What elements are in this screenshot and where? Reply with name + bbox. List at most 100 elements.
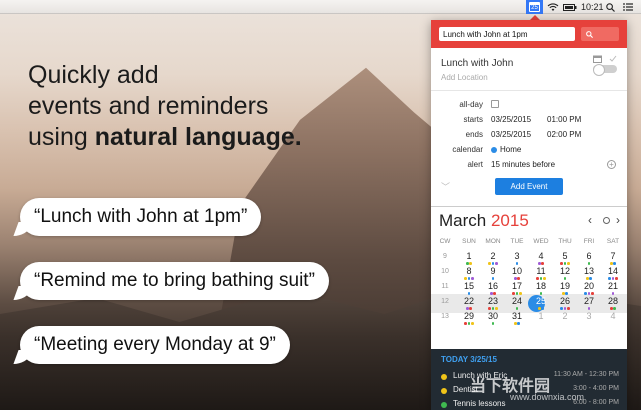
watermark-url: www.downxia.com [510,392,585,402]
speech-bubble-lunch: “Lunch with John at 1pm” [20,198,262,236]
event-dots [481,307,505,310]
checkmark-icon[interactable] [609,55,617,65]
event-dots [481,277,505,280]
search-icon [586,30,593,38]
starts-time[interactable]: 01:00 PM [547,115,581,124]
event-dots [553,292,577,295]
calendar-day[interactable]: 3 [577,311,601,328]
event-dots [505,322,529,325]
allday-checkbox[interactable] [491,100,499,108]
headline-line-3-prefix: using [28,123,95,151]
event-dots [601,262,625,265]
search-button[interactable] [581,27,619,41]
weekday-label: WED [533,238,549,245]
quick-entry-bar [431,20,627,48]
event-dots [529,307,553,310]
speech-bubble-meeting: “Meeting every Monday at 9” [20,326,290,364]
add-event-button[interactable]: Add Event [495,178,563,195]
agenda-item-dot [441,374,447,380]
event-dots [457,277,481,280]
calendar-day[interactable]: 1 [529,311,553,328]
calendar-day[interactable]: 30 [481,311,505,328]
headline: Quickly add events and reminders using n… [28,60,302,153]
event-reminder-toggle[interactable] [593,64,617,76]
event-dots [529,292,553,295]
week-number: 13 [441,313,449,320]
next-month-chevron-icon[interactable]: › [616,213,620,227]
chevron-down-icon[interactable]: ﹀ [441,180,450,193]
weekday-label: CW [439,238,451,245]
month-year: 2015 [490,211,529,230]
event-dots [505,292,529,295]
ends-date[interactable]: 03/25/2015 [491,130,531,139]
event-dots [553,307,577,310]
calendar-day-number: 25 [529,2,540,12]
calendar-menubar-icon[interactable]: 25 [529,1,540,13]
event-dots [505,277,529,280]
fantastical-popover: Lunch with John Add Location all-day sta… [431,20,627,410]
ends-time[interactable]: 02:00 PM [547,130,581,139]
event-dots [577,277,601,280]
calendar-day[interactable]: 2 [553,311,577,328]
event-dots [577,307,601,310]
calendar-day[interactable]: 4 [601,311,625,328]
event-dots [481,292,505,295]
agenda-item-dot [441,402,447,408]
weekday-label: MON [485,238,501,245]
battery-icon[interactable] [563,1,577,13]
event-dots [481,322,505,325]
agenda-item-time: 3:00 - 4:00 PM [573,385,619,392]
alert-select[interactable]: 15 minutes before [491,160,555,169]
month-title: March 2015 [439,211,529,231]
divider [431,206,627,207]
wifi-icon[interactable] [547,1,559,13]
calendar-day[interactable]: 29 [457,311,481,328]
event-dots [457,262,481,265]
event-dots [505,262,529,265]
weekday-label: SUN [462,238,476,245]
location-field[interactable]: Add Location [441,73,488,82]
calendar-label: calendar [452,145,483,154]
menu-bar: 25 10:21 [0,0,641,14]
prev-month-chevron-icon[interactable]: ‹ [588,213,592,227]
speech-bubble-reminder: “Remind me to bring bathing suit” [20,262,329,300]
event-dots [601,307,625,310]
weekday-label: FRI [583,238,595,245]
add-alert-plus-icon[interactable]: + [607,160,616,169]
event-dots [601,277,625,280]
month-name: March [439,211,487,230]
event-dots [457,322,481,325]
agenda-item-time: 11:30 AM - 12:30 PM [553,371,619,378]
agenda-item-title: Tennis lessons [453,399,506,408]
divider [431,90,627,91]
calendar-day[interactable]: 31 [505,311,529,328]
weekday-label: THU [558,238,572,245]
weekday-label: TUE [510,238,524,245]
headline-line-2: events and reminders [28,92,269,120]
event-dots [457,307,481,310]
event-dots [481,262,505,265]
event-dots [601,292,625,295]
headline-line-3: using natural language. [28,122,302,153]
calendar-select[interactable]: Home [491,145,521,154]
ends-label: ends [465,130,483,139]
event-dots [577,262,601,265]
spotlight-search-icon[interactable] [606,1,615,13]
quick-entry-input[interactable] [439,27,575,41]
starts-date[interactable]: 03/25/2015 [491,115,531,124]
event-dots [529,262,553,265]
event-title[interactable]: Lunch with John [441,58,513,69]
alert-label: alert [467,160,483,169]
weekday-label: SAT [606,238,620,245]
headline-line-1: Quickly add [28,61,159,89]
agenda-item-dot [441,388,447,394]
notification-center-icon[interactable] [623,1,633,13]
event-dots [553,262,577,265]
headline-line-3-bold: natural language. [94,123,302,151]
calendar-color-dot [491,146,497,153]
event-dots [529,277,553,280]
event-dots [457,292,481,295]
menubar-clock[interactable]: 10:21 [581,1,604,13]
today-button-icon[interactable] [603,217,610,224]
allday-label: all-day [459,100,483,109]
